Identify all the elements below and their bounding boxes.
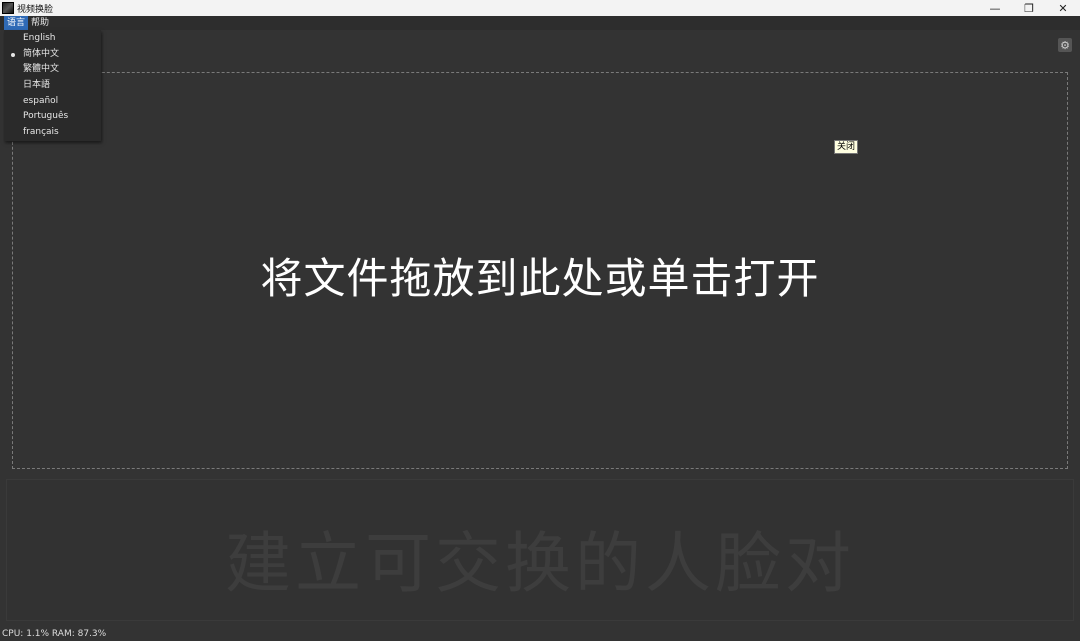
file-drop-zone[interactable]: 将文件拖放到此处或单击打开 bbox=[12, 72, 1068, 469]
settings-button[interactable]: ⚙ bbox=[1058, 38, 1072, 52]
face-pair-panel[interactable]: 建立可交换的人脸对 bbox=[6, 479, 1074, 621]
menu-language[interactable]: 语言 bbox=[4, 16, 29, 30]
status-bar: CPU: 1.1% RAM: 87.3% bbox=[2, 629, 107, 639]
restore-button[interactable]: ❐ bbox=[1012, 0, 1046, 16]
language-option[interactable]: français bbox=[4, 125, 101, 141]
language-option[interactable]: español bbox=[4, 94, 101, 110]
gear-icon: ⚙ bbox=[1060, 38, 1070, 52]
language-dropdown: English 简体中文 繁體中文 日本語 español Português … bbox=[4, 30, 101, 141]
window-controls: — ❐ ✕ bbox=[978, 0, 1080, 16]
tooltip: 关闭 bbox=[834, 140, 859, 154]
menu-bar: 语言 帮助 bbox=[0, 16, 1080, 30]
face-pair-placeholder: 建立可交换的人脸对 bbox=[225, 525, 855, 602]
app-icon bbox=[2, 2, 14, 14]
close-button[interactable]: ✕ bbox=[1046, 0, 1080, 16]
language-option[interactable]: 日本語 bbox=[4, 78, 101, 94]
language-option-selected[interactable]: 简体中文 bbox=[4, 47, 101, 63]
window-title: 视频换脸 bbox=[17, 4, 54, 15]
menu-help[interactable]: 帮助 bbox=[28, 16, 52, 30]
drop-prompt: 将文件拖放到此处或单击打开 bbox=[260, 254, 820, 303]
language-option[interactable]: 繁體中文 bbox=[4, 62, 101, 78]
title-bar: 视频换脸 — ❐ ✕ bbox=[0, 0, 1080, 16]
language-option[interactable]: English bbox=[4, 31, 101, 47]
language-option[interactable]: Português bbox=[4, 109, 101, 125]
selected-bullet-icon bbox=[11, 52, 15, 57]
minimize-button[interactable]: — bbox=[978, 0, 1012, 16]
